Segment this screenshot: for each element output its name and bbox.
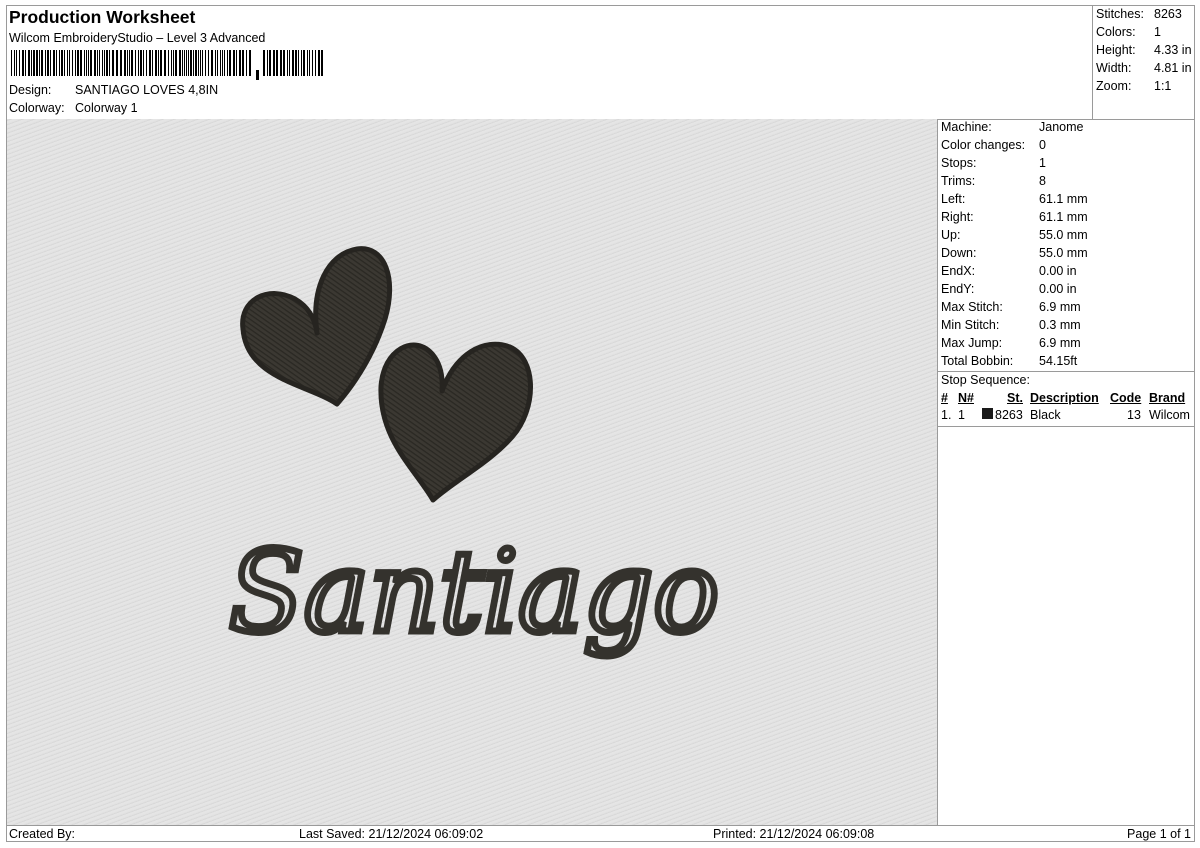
color-swatch (982, 408, 993, 419)
stat-colors: Colors: 1 (1096, 25, 1161, 39)
properties-divider (938, 371, 1194, 372)
col-header-n: N# (958, 391, 974, 405)
col-header-num: # (941, 391, 948, 405)
row-brand: Wilcom (1149, 408, 1190, 422)
sequence-divider (938, 426, 1194, 427)
page-number: Page 1 of 1 (1127, 827, 1191, 841)
prop-max-jump: Max Jump: 6.9 mm (941, 336, 1081, 350)
stat-width: Width: 4.81 in (1096, 61, 1192, 75)
row-code: 13 (1127, 408, 1141, 422)
col-header-code: Code (1110, 391, 1142, 405)
prop-total-bobbin: Total Bobbin: 54.15ft (941, 354, 1078, 368)
stats-panel: Stitches: 8263 Colors: 1 Height: 4.33 in Wi… (1092, 6, 1195, 119)
header: Production Worksheet Wilcom EmbroiderySt… (7, 6, 1092, 119)
last-saved: Last Saved: 21/12/2024 06:09:02 (299, 827, 484, 841)
row-description: Black (1030, 408, 1061, 422)
prop-trims: Trims: 8 (941, 174, 1046, 188)
prop-endy: EndY: 0.00 in (941, 282, 1077, 296)
page-title: Production Worksheet (9, 7, 196, 27)
prop-max-stitch: Max Stitch: 6.9 mm (941, 300, 1081, 314)
printed-date: Printed: 21/12/2024 06:09:08 (713, 827, 875, 841)
col-header-st: St. (1007, 391, 1023, 405)
properties-panel: Machine: Janome Color changes: 0 Stops: 1 T… (938, 119, 1194, 825)
design-label: Design: (9, 83, 52, 97)
stat-stitches: Stitches: 8263 (1096, 7, 1182, 21)
design-value: SANTIAGO LOVES 4,8IN (75, 83, 219, 97)
colorway-value: Colorway 1 (75, 101, 138, 115)
prop-up: Up: 55.0 mm (941, 228, 1088, 242)
prop-down: Down: 55.0 mm (941, 246, 1088, 260)
embroidery-artwork: Santiago (226, 246, 723, 662)
barcode-image (11, 50, 323, 80)
created-by: Created By: (9, 827, 76, 841)
stop-sequence-label: Stop Sequence: (941, 373, 1030, 387)
footer: Created By: Last Saved: 21/12/2024 06:09… (7, 825, 1194, 841)
design-preview: Santiago (7, 119, 938, 825)
software-name: Wilcom EmbroideryStudio – Level 3 Advanc… (9, 31, 266, 45)
prop-machine: Machine: Janome (941, 120, 1084, 134)
prop-color-changes: Color changes: 0 (941, 138, 1046, 152)
stat-height: Height: 4.33 in (1096, 43, 1192, 57)
col-header-brand: Brand (1149, 391, 1186, 405)
heart-left (240, 246, 393, 407)
worksheet: Production Worksheet Wilcom EmbroiderySt… (6, 5, 1195, 842)
row-n: 1 (958, 408, 965, 422)
prop-stops: Stops: 1 (941, 156, 1046, 170)
prop-left: Left: 61.1 mm (941, 192, 1088, 206)
row-num: 1. (941, 408, 952, 422)
prop-right: Right: 61.1 mm (941, 210, 1088, 224)
col-header-description: Description (1030, 391, 1099, 405)
santiago-text: Santiago (229, 528, 719, 658)
heart-right (378, 341, 533, 503)
prop-min-stitch: Min Stitch: 0.3 mm (941, 318, 1081, 332)
stat-zoom: Zoom: 1:1 (1096, 79, 1172, 93)
prop-endx: EndX: 0.00 in (941, 264, 1077, 278)
row-stitches: 8263 (995, 408, 1023, 422)
colorway-label: Colorway: (9, 101, 65, 115)
